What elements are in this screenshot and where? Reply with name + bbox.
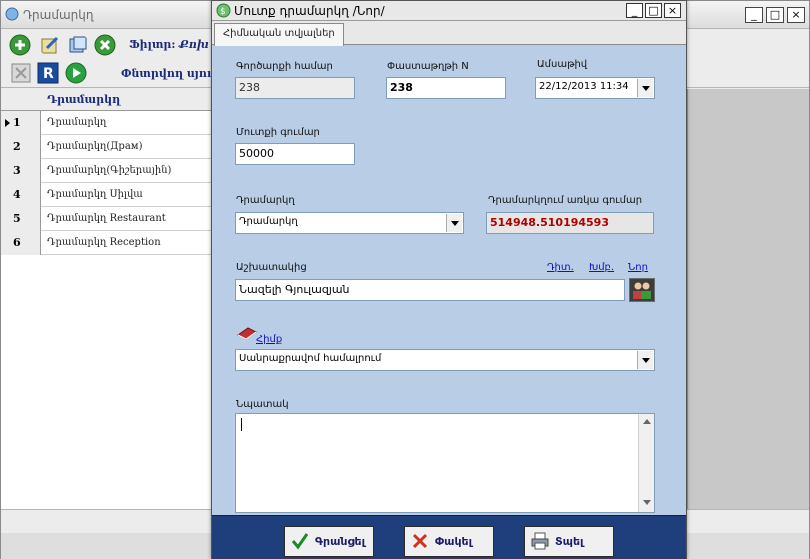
date-value: 22/12/2013 11:34 (539, 81, 629, 92)
view-link[interactable]: Դիտ. (547, 262, 574, 273)
amount-label: Մուտքի գումար (236, 127, 320, 138)
table-row[interactable]: 6 Դրամարկղ Reception (1, 231, 213, 255)
row-name: Դրամարկղ Reception (47, 237, 161, 248)
balance-field: 514948.510194593 (486, 212, 654, 234)
svg-text:$: $ (220, 7, 226, 17)
money-icon: $ (216, 3, 231, 18)
grid-empty-area (687, 89, 809, 509)
minimize-button[interactable]: _ (745, 7, 763, 23)
dialog-title: Մուտք դրամարկղ /Նոր/ (234, 4, 385, 18)
svg-text:R: R (43, 66, 54, 82)
note-label: Նպատակ (236, 399, 289, 410)
balance-label: Դրամարկղում առկա գումար (488, 195, 643, 206)
chevron-down-icon[interactable] (637, 79, 653, 97)
new-link[interactable]: Նոր (628, 262, 648, 273)
chevron-down-icon[interactable] (637, 351, 653, 369)
cash-receipt-dialog: $ Մուտք դրամարկղ /Նոր/ _ □ × Հիմնական տվ… (211, 0, 687, 559)
table-row[interactable]: 1 Դրամարկղ (1, 111, 213, 135)
text-caret (241, 418, 242, 431)
print-label: Տպել (555, 535, 584, 548)
employee-field[interactable]: Նազելի Գյուլազյան (235, 279, 625, 301)
basis-link[interactable]: Հիմք (256, 334, 282, 345)
users-button[interactable] (629, 278, 655, 302)
date-label: Ամսաթիվ (537, 59, 588, 70)
close-label: Փակել (435, 535, 473, 548)
amount-field[interactable]: 50000 (235, 143, 355, 165)
chevron-down-icon[interactable] (446, 214, 462, 232)
users-icon (633, 282, 651, 299)
row-number: 3 (13, 164, 21, 177)
add-icon[interactable] (9, 34, 31, 56)
tab-main-data[interactable]: Հիմնական տվյալներ (214, 23, 344, 46)
note-scrollbar[interactable] (638, 414, 654, 512)
doc-number-field[interactable]: 238 (386, 77, 506, 99)
edit-link[interactable]: Խմբ. (589, 262, 614, 273)
dialog-minimize-button[interactable]: _ (626, 3, 643, 18)
dialog-maximize-button[interactable]: □ (645, 3, 662, 18)
background-window-title: Դրամարկղ (23, 8, 94, 22)
copy-icon[interactable] (67, 34, 89, 56)
op-number-label: Գործարքի համար (236, 61, 333, 72)
dialog-footer: Գրանցել Փակել Տպել (212, 515, 686, 559)
tab-strip: Հիմնական տվյալներ (212, 21, 686, 46)
row-name: Դրամարկղ Restaurant (47, 213, 166, 224)
table-row[interactable]: 3 Դրամարկղ(Գիշերային) (1, 159, 213, 183)
grid-header: Դրամարկղ (1, 89, 213, 111)
op-number-field: 238 (235, 77, 355, 99)
doc-number-label: Փաստաթղթի N (387, 61, 469, 72)
scroll-up-icon[interactable] (643, 419, 651, 424)
delete-icon[interactable] (94, 34, 116, 56)
close-dialog-button[interactable]: Փակել (404, 526, 494, 557)
table-row[interactable]: 2 Դրամարկղ(Драм) (1, 135, 213, 159)
row-name: Դրամարկղ(Драм) (47, 141, 143, 152)
row-name: Դրամարկղ (47, 117, 107, 128)
row-selector-icon (5, 119, 10, 127)
printer-icon (531, 532, 549, 550)
save-label: Գրանցել (315, 535, 366, 548)
filter-label: Ֆիլտր: (129, 38, 176, 51)
row-name: Դրամարկղ Սիլվա (47, 189, 143, 200)
basis-select[interactable]: Սանրաքրավոմ համալրում (235, 349, 655, 371)
row-name: Դրամարկղ(Գիշերային) (47, 165, 172, 176)
dialog-titlebar: $ Մուտք դրամարկղ /Նոր/ _ □ × (212, 1, 686, 21)
cashbox-select[interactable]: Դրամարկղ (235, 212, 464, 234)
book-icon (237, 327, 257, 340)
excel-icon[interactable] (11, 63, 31, 83)
table-row[interactable]: 5 Դրամարկղ Restaurant (1, 207, 213, 231)
cashbox-label: Դրամարկղ (236, 195, 295, 206)
close-icon (412, 533, 428, 549)
basis-value: Սանրաքրավոմ համալրում (239, 353, 382, 364)
app-icon (5, 7, 19, 21)
scroll-down-icon[interactable] (643, 500, 651, 505)
date-picker[interactable]: 22/12/2013 11:34 (535, 77, 655, 99)
cashbox-value: Դրամարկղ (239, 216, 298, 227)
row-number: 2 (13, 140, 21, 153)
save-button[interactable]: Գրանցել (284, 526, 374, 557)
checkmark-icon (291, 533, 309, 550)
row-number: 1 (13, 116, 21, 129)
table-row[interactable]: 4 Դրամարկղ Սիլվա (1, 183, 213, 207)
row-number: 5 (13, 212, 21, 225)
report-icon[interactable]: R (37, 62, 59, 84)
grid-header-label: Դրամարկղ (47, 93, 121, 106)
row-number: 4 (13, 188, 21, 201)
search-column-label: Փնտրվող սյուն (121, 67, 221, 80)
refresh-icon[interactable] (65, 62, 87, 84)
employee-label: Աշխատակից (236, 262, 307, 273)
edit-icon[interactable] (39, 34, 61, 56)
cashbox-grid: Դրամարկղ 1 Դրամարկղ 2 Դրամարկղ(Драм) 3 Դ… (1, 89, 213, 509)
dialog-close-button[interactable]: × (664, 3, 681, 18)
note-textarea[interactable] (235, 413, 655, 513)
filter-value[interactable]: Քոխ (179, 38, 209, 51)
print-button[interactable]: Տպել (524, 526, 614, 557)
maximize-button[interactable]: □ (766, 7, 784, 23)
row-number: 6 (13, 236, 21, 249)
close-button[interactable]: × (787, 7, 805, 23)
